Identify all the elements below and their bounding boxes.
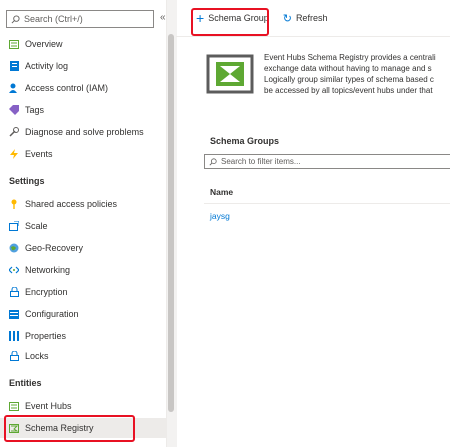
- access-control-icon: [9, 83, 19, 93]
- tag-icon: [9, 105, 19, 115]
- filter-placeholder: Search to filter items...: [221, 157, 301, 166]
- schema-registry-hero-icon: [206, 54, 254, 94]
- entities-heading: Entities: [9, 378, 42, 388]
- lightning-icon: [9, 149, 19, 159]
- sidebar-item-networking[interactable]: Networking: [0, 260, 166, 280]
- event-hubs-icon: [9, 401, 19, 411]
- sidebar-item-diagnose[interactable]: Diagnose and solve problems: [0, 122, 166, 142]
- sidebar-item-properties[interactable]: Properties: [0, 326, 166, 346]
- sidebar-item-shared-access-policies[interactable]: Shared access policies: [0, 194, 166, 214]
- sidebar-item-label: Shared access policies: [25, 199, 118, 209]
- wrench-icon: [9, 127, 19, 137]
- sidebar-item-label: Locks: [25, 351, 49, 361]
- sidebar-item-label: Event Hubs: [25, 401, 72, 411]
- description-line: exchange data without having to manage a…: [264, 64, 432, 73]
- collapse-sidebar-icon[interactable]: «: [160, 12, 166, 23]
- sidebar-item-label: Geo-Recovery: [25, 243, 84, 253]
- sidebar-item-label: Overview: [25, 39, 63, 49]
- filter-items-input[interactable]: Search to filter items...: [204, 154, 450, 169]
- schema-group-link[interactable]: jaysg: [210, 211, 230, 221]
- sidebar-item-label: Activity log: [25, 61, 69, 71]
- refresh-button[interactable]: ↻ Refresh: [283, 12, 328, 25]
- sidebar-item-label: Events: [25, 149, 53, 159]
- globe-icon: [9, 243, 19, 253]
- description-line: Logically group similar types of schema …: [264, 75, 434, 84]
- activity-log-icon: [9, 61, 19, 71]
- sidebar-item-label: Tags: [25, 105, 45, 115]
- highlight-box: [191, 8, 269, 36]
- search-icon: [209, 157, 217, 165]
- description-line: be accessed by all topics/event hubs und…: [264, 86, 433, 95]
- sidebar-search-input[interactable]: Search (Ctrl+/): [6, 10, 154, 28]
- scale-icon: [9, 221, 19, 231]
- settings-heading: Settings: [9, 176, 45, 186]
- toolbar-divider: [176, 36, 450, 37]
- sidebar-search-placeholder: Search (Ctrl+/): [24, 14, 83, 24]
- table-divider: [204, 203, 450, 204]
- search-icon: [11, 14, 20, 23]
- overview-icon: [9, 39, 19, 49]
- sidebar-item-events[interactable]: Events: [0, 144, 166, 164]
- key-icon: [9, 199, 19, 209]
- sidebar-item-event-hubs[interactable]: Event Hubs: [0, 396, 166, 416]
- sidebar-item-label: Encryption: [25, 287, 68, 297]
- sidebar-item-label: Scale: [25, 221, 48, 231]
- sidebar-item-encryption[interactable]: Encryption: [0, 282, 166, 302]
- sidebar-item-locks[interactable]: Locks: [0, 346, 166, 366]
- sidebar-item-scale[interactable]: Scale: [0, 216, 166, 236]
- configuration-icon: [9, 309, 19, 319]
- main-content: + Schema Group ↻ Refresh Event Hubs Sche…: [176, 0, 450, 447]
- sidebar-item-tags[interactable]: Tags: [0, 100, 166, 120]
- sidebar-item-label: Access control (IAM): [25, 83, 109, 93]
- sidebar-item-activity-log[interactable]: Activity log: [0, 56, 166, 76]
- column-header-name[interactable]: Name: [210, 187, 233, 197]
- sidebar-item-access-control[interactable]: Access control (IAM): [0, 78, 166, 98]
- sidebar-item-label: Configuration: [25, 309, 79, 319]
- refresh-label: Refresh: [295, 13, 328, 23]
- sidebar-item-configuration[interactable]: Configuration: [0, 304, 166, 324]
- sidebar-scrollbar-thumb[interactable]: [168, 34, 174, 412]
- sidebar: Search (Ctrl+/) « Overview Activity log …: [0, 0, 166, 447]
- schema-groups-title: Schema Groups: [210, 136, 280, 146]
- sidebar-item-geo-recovery[interactable]: Geo-Recovery: [0, 238, 166, 258]
- refresh-icon: ↻: [282, 12, 292, 25]
- network-icon: [9, 265, 19, 275]
- lock-icon: [9, 351, 19, 361]
- lock-icon: [9, 287, 19, 297]
- sidebar-item-label: Properties: [25, 331, 67, 341]
- properties-icon: [9, 331, 19, 341]
- sidebar-item-overview[interactable]: Overview: [0, 34, 166, 54]
- schema-registry-description: Event Hubs Schema Registry provides a ce…: [264, 52, 450, 96]
- sidebar-item-label: Networking: [25, 265, 71, 275]
- description-line: Event Hubs Schema Registry provides a ce…: [264, 53, 436, 62]
- highlight-box: [4, 415, 135, 442]
- sidebar-item-label: Diagnose and solve problems: [25, 127, 144, 137]
